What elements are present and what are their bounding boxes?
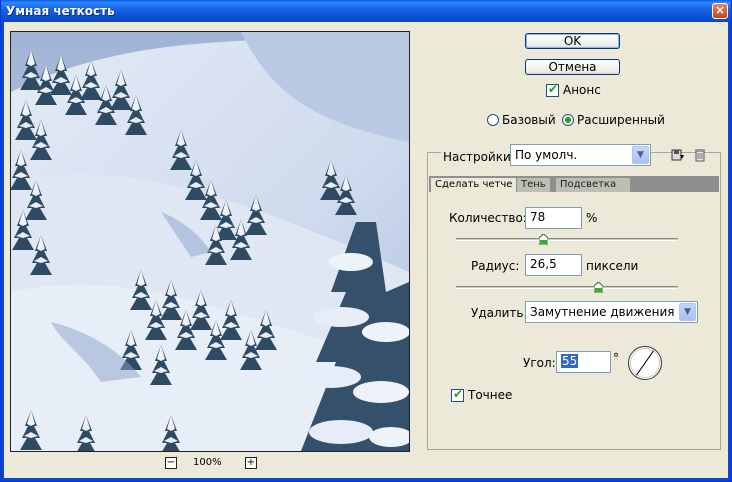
- plus-icon: +: [246, 457, 256, 468]
- radius-input[interactable]: 26,5: [525, 254, 582, 276]
- remove-select[interactable]: Замутнение движения ▼: [525, 301, 698, 323]
- settings-value: По умолч.: [515, 148, 578, 162]
- angle-input[interactable]: 55: [556, 351, 611, 373]
- preview-checkbox-label: Анонс: [563, 83, 601, 97]
- settings-select[interactable]: По умолч. ▼: [510, 144, 651, 166]
- window-border-bottom: [1, 478, 731, 481]
- close-button[interactable]: ×: [712, 3, 728, 19]
- radius-unit: пиксели: [586, 259, 639, 273]
- zoom-in-button[interactable]: +: [245, 457, 257, 469]
- window-title: Умная четкость: [6, 4, 115, 18]
- chevron-down-icon: ▼: [679, 303, 696, 321]
- tab-strip: Сделать четче Тень Подсветка: [429, 176, 719, 192]
- ok-button[interactable]: OK: [525, 33, 620, 49]
- close-icon: ×: [714, 3, 726, 17]
- more-accurate-label: Точнее: [468, 388, 513, 402]
- snow-landscape-image: [11, 32, 409, 451]
- amount-slider-track[interactable]: [456, 238, 678, 241]
- remove-value: Замутнение движения: [530, 305, 675, 319]
- tab-shadow[interactable]: Тень: [517, 178, 550, 192]
- tab-sharpen[interactable]: Сделать четче: [431, 178, 517, 192]
- angle-dial[interactable]: [627, 345, 663, 381]
- window-border-right: [728, 22, 731, 481]
- window-border-left: [1, 22, 4, 481]
- preview-checkbox[interactable]: ✔: [546, 82, 559, 97]
- amount-slider-handle[interactable]: [539, 234, 549, 245]
- zoom-out-button[interactable]: −: [165, 457, 177, 469]
- more-accurate-checkbox[interactable]: ✔: [451, 387, 464, 402]
- settings-label: Настройки:: [441, 150, 517, 164]
- zoom-level: 100%: [193, 457, 222, 468]
- chevron-down-icon: ▼: [632, 146, 649, 164]
- amount-label: Количество:: [449, 211, 527, 225]
- minus-icon: −: [166, 457, 176, 468]
- preview-image[interactable]: [10, 31, 410, 452]
- radio-basic[interactable]: [487, 114, 499, 126]
- save-settings-icon[interactable]: [671, 148, 685, 162]
- radius-slider-handle[interactable]: [594, 282, 604, 293]
- radio-advanced-label: Расширенный: [577, 113, 665, 127]
- tab-highlight[interactable]: Подсветка: [556, 178, 631, 192]
- amount-input[interactable]: 78: [525, 207, 582, 229]
- cancel-button[interactable]: Отмена: [525, 59, 620, 75]
- trash-icon[interactable]: [693, 148, 707, 162]
- remove-label: Удалить:: [471, 306, 528, 320]
- radio-selected-dot: [565, 117, 571, 123]
- title-bar[interactable]: Умная четкость ×: [1, 0, 731, 22]
- angle-label: Угол:: [523, 356, 556, 370]
- amount-unit: %: [586, 211, 598, 225]
- angle-value: 55: [561, 354, 579, 368]
- angle-unit: °: [613, 351, 619, 365]
- checkmark-icon: ✔: [548, 82, 559, 96]
- radius-label: Радиус:: [471, 259, 520, 273]
- smart-sharpen-dialog: Умная четкость × − 100% + OK Отмена ✔ Ан…: [0, 0, 732, 482]
- radio-basic-label: Базовый: [502, 113, 556, 127]
- radio-advanced[interactable]: [562, 114, 574, 126]
- radius-slider-track[interactable]: [456, 286, 678, 289]
- checkmark-icon: ✔: [453, 387, 464, 401]
